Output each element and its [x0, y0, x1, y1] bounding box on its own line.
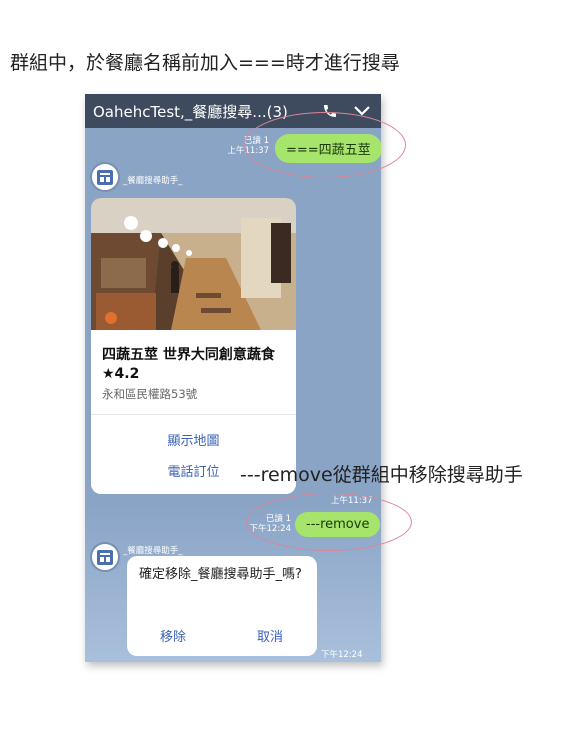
show-map-button[interactable]: 顯示地圖 [91, 430, 296, 449]
remove-confirm-dialog: 確定移除_餐廳搜尋助手_嗎? 移除 取消 [127, 556, 317, 656]
highlight-circle [246, 493, 412, 551]
restaurant-name: 四蔬五莖 世界大同創意蔬食★4.2 [102, 347, 275, 382]
card-divider [91, 414, 296, 415]
confirm-remove-button[interactable]: 移除 [160, 626, 186, 645]
highlight-circle [244, 112, 406, 178]
restaurant-card[interactable]: 四蔬五莖 世界大同創意蔬食★4.2 永和區民權路53號 顯示地圖 電話訂位 [91, 198, 296, 494]
instruction-caption: 群組中，於餐廳名稱前加入===時才進行搜尋 [10, 52, 400, 74]
dialog-message: 確定移除_餐廳搜尋助手_嗎? [139, 567, 302, 582]
restaurant-photo [91, 198, 296, 330]
restaurant-address: 永和區民權路53號 [102, 387, 198, 401]
message-time: 下午12:24 [321, 650, 363, 660]
remove-caption: ---remove從群組中移除搜尋助手 [240, 464, 523, 486]
chat-window: OahehcTest,_餐廳搜尋...(3) 已讀 1 上午11:37 ===四… [85, 94, 381, 662]
bot-avatar-icon[interactable] [90, 542, 120, 572]
bot-avatar-icon[interactable] [90, 162, 120, 192]
cancel-button[interactable]: 取消 [257, 626, 283, 645]
bot-name: _餐廳搜尋助手_ [123, 176, 183, 186]
bot-name: _餐廳搜尋助手_ [123, 546, 183, 556]
